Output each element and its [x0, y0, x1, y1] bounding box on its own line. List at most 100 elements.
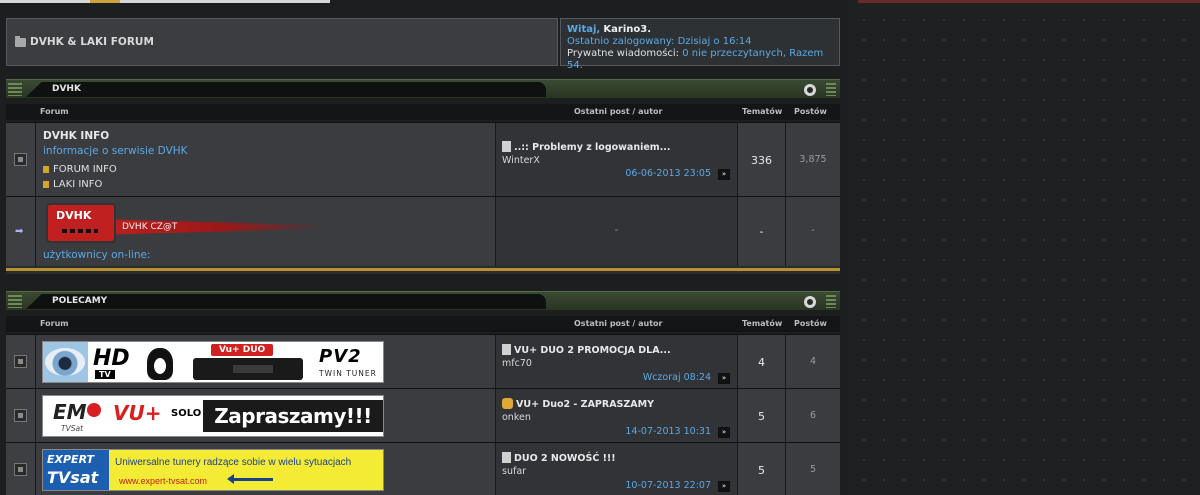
- topics-cell: 5: [738, 443, 786, 495]
- grip-icon: [8, 83, 22, 96]
- col-last-post: Ostatni post / autor: [574, 319, 663, 328]
- forum-row: ➡ DVHK DVHK CZ@T użytkownicy on-line: - …: [6, 196, 840, 266]
- pm-line: Prywatne wiadomości: 0 nie przeczytanych…: [567, 48, 833, 72]
- document-icon: [502, 452, 511, 463]
- go-to-post-icon[interactable]: »: [718, 169, 730, 180]
- em-logo: EM: [53, 400, 101, 424]
- subforum-link[interactable]: FORUM INFO: [43, 164, 117, 175]
- category-bar-polecamy: POLECAMY: [6, 291, 840, 311]
- last-login-label: Ostatnio zalogowany:: [567, 36, 675, 47]
- go-to-post-icon[interactable]: »: [718, 373, 730, 384]
- grip-icon: [8, 295, 22, 308]
- category-title-link[interactable]: DVHK: [52, 84, 81, 94]
- category-bar-dvhk: DVHK: [6, 79, 840, 99]
- redirect-arrow-icon: ➡: [15, 226, 24, 237]
- forum-cell: EM TVSat VU+ SOLO Zapraszamy!!!: [36, 389, 496, 442]
- right-top-bar: [858, 0, 1200, 3]
- vu-solo-banner[interactable]: EM TVSat VU+ SOLO Zapraszamy!!!: [42, 395, 384, 437]
- topics-cell: -: [738, 197, 786, 266]
- hd-text: HD: [93, 346, 130, 371]
- last-post-cell: DUO 2 NOWOŚĆ !!! sufar 10-07-2013 22:07 …: [496, 443, 738, 495]
- forum-cell: EXPERT TVsat Uniwersalne tunery radzące …: [36, 443, 496, 495]
- forum-description: użytkownicy on-line:: [43, 249, 151, 261]
- logo-fragment: [90, 0, 120, 3]
- topics-count: 4: [758, 356, 765, 369]
- forum-cell: HD TV Vu+ DUO PV2 TWIN TUNER: [36, 335, 496, 388]
- logo-dots: [62, 229, 98, 233]
- grip-icon: [826, 83, 836, 96]
- last-post-author[interactable]: WinterX: [502, 155, 540, 166]
- document-icon: [502, 141, 511, 152]
- last-post-author[interactable]: onken: [502, 412, 531, 423]
- col-last-post: Ostatni post / autor: [574, 107, 663, 116]
- posts-count: -: [811, 225, 815, 236]
- last-post-empty: -: [614, 225, 619, 236]
- go-to-post-icon[interactable]: »: [718, 481, 730, 492]
- collapse-toggle-icon[interactable]: [804, 84, 816, 96]
- forum-status-cell: [6, 123, 36, 196]
- forum-title-link[interactable]: DVHK & LAKI FORUM: [30, 36, 154, 48]
- collapse-toggle-icon[interactable]: [804, 296, 816, 308]
- last-post-link[interactable]: DUO 2 NOWOŚĆ !!!: [502, 452, 616, 464]
- czat-banner-text: DVHK CZ@T: [122, 222, 178, 232]
- column-header: Forum Ostatni post / autor Tematów Postó…: [6, 104, 840, 120]
- username-link[interactable]: Karino3.: [603, 24, 651, 35]
- vu-duo-banner[interactable]: HD TV Vu+ DUO PV2 TWIN TUNER: [42, 341, 384, 383]
- forum-header: DVHK & LAKI FORUM: [6, 18, 558, 66]
- topics-count: 5: [758, 410, 765, 423]
- last-post-link[interactable]: VU+ Duo2 - ZAPRASZAMY: [502, 398, 654, 410]
- subforum-link[interactable]: LAKI INFO: [43, 179, 102, 190]
- arrow-left-icon: [227, 474, 273, 484]
- grip-icon: [826, 295, 836, 308]
- last-post-cell: VU+ Duo2 - ZAPRASZAMY onken 14-07-2013 1…: [496, 389, 738, 442]
- last-post-link[interactable]: VU+ DUO 2 PROMOCJA DLA...: [502, 344, 671, 356]
- expert-tvsat-logo: EXPERT TVsat: [43, 450, 109, 490]
- last-post-author[interactable]: mfc70: [502, 358, 532, 369]
- topics-count: 336: [751, 154, 772, 167]
- czat-logo-text: DVHK: [56, 209, 92, 222]
- forum-row: EXPERT TVsat Uniwersalne tunery radzące …: [6, 442, 840, 495]
- category-divider: [6, 266, 840, 274]
- tvsat-text: TVsat: [47, 468, 99, 487]
- expert-tvsat-banner[interactable]: EXPERT TVsat Uniwersalne tunery radzące …: [42, 449, 384, 491]
- forum-status-icon: [14, 153, 27, 166]
- last-post-author[interactable]: sufar: [502, 466, 526, 477]
- linux-penguin-icon: [147, 348, 173, 380]
- forum-status-cell: [6, 443, 36, 495]
- twin-tuner-text: TWIN TUNER: [319, 369, 377, 378]
- forum-row: DVHK INFO informacje o serwisie DVHK FOR…: [6, 122, 840, 196]
- pm-label: Prywatne wiadomości:: [567, 48, 680, 59]
- dvhk-czat-logo[interactable]: DVHK: [46, 203, 116, 243]
- posts-count: 6: [809, 410, 817, 421]
- forum-status-icon: [14, 463, 27, 476]
- posts-cell: 6: [786, 389, 840, 442]
- go-to-post-icon[interactable]: »: [718, 427, 730, 438]
- topics-cell: 5: [738, 389, 786, 442]
- col-forum: Forum: [40, 319, 69, 328]
- forum-cell: DVHK INFO informacje o serwisie DVHK FOR…: [36, 123, 496, 196]
- forum-status-icon: [14, 409, 27, 422]
- last-login-line: Ostatnio zalogowany: Dzisiaj o 16:14: [567, 36, 833, 48]
- last-post-cell: VU+ DUO 2 PROMOCJA DLA... mfc70 Wczoraj …: [496, 335, 738, 388]
- subforum-icon: [43, 165, 49, 173]
- posts-count: 5: [809, 464, 817, 475]
- last-post-date: Wczoraj 08:24: [642, 372, 711, 383]
- last-post-link[interactable]: ..:: Problemy z logowaniem...: [502, 141, 671, 153]
- posts-cell: 5: [786, 443, 840, 495]
- pv2-text: PV2: [319, 346, 362, 367]
- category-title-link[interactable]: POLECAMY: [52, 296, 107, 306]
- forum-row: HD TV Vu+ DUO PV2 TWIN TUNER VU+ DUO 2 P…: [6, 334, 840, 388]
- thumbs-up-icon: [502, 398, 513, 409]
- zapraszamy-text: Zapraszamy!!!: [203, 400, 383, 432]
- em-dot-icon: [86, 403, 101, 417]
- posts-cell: 3,875: [786, 123, 840, 196]
- eye-image: [45, 348, 85, 376]
- vu-duo-label: Vu+ DUO: [211, 344, 274, 356]
- last-post-cell: ..:: Problemy z logowaniem... WinterX 06…: [496, 123, 738, 196]
- tagline-text: Uniwersalne tunery radzące sobie w wielu…: [115, 457, 352, 468]
- topics-cell: 4: [738, 335, 786, 388]
- posts-count: 3,875: [799, 154, 827, 165]
- forum-description: informacje o serwisie DVHK: [43, 145, 188, 157]
- forum-title-link[interactable]: DVHK INFO: [43, 130, 109, 142]
- subforum-label: LAKI INFO: [53, 179, 103, 190]
